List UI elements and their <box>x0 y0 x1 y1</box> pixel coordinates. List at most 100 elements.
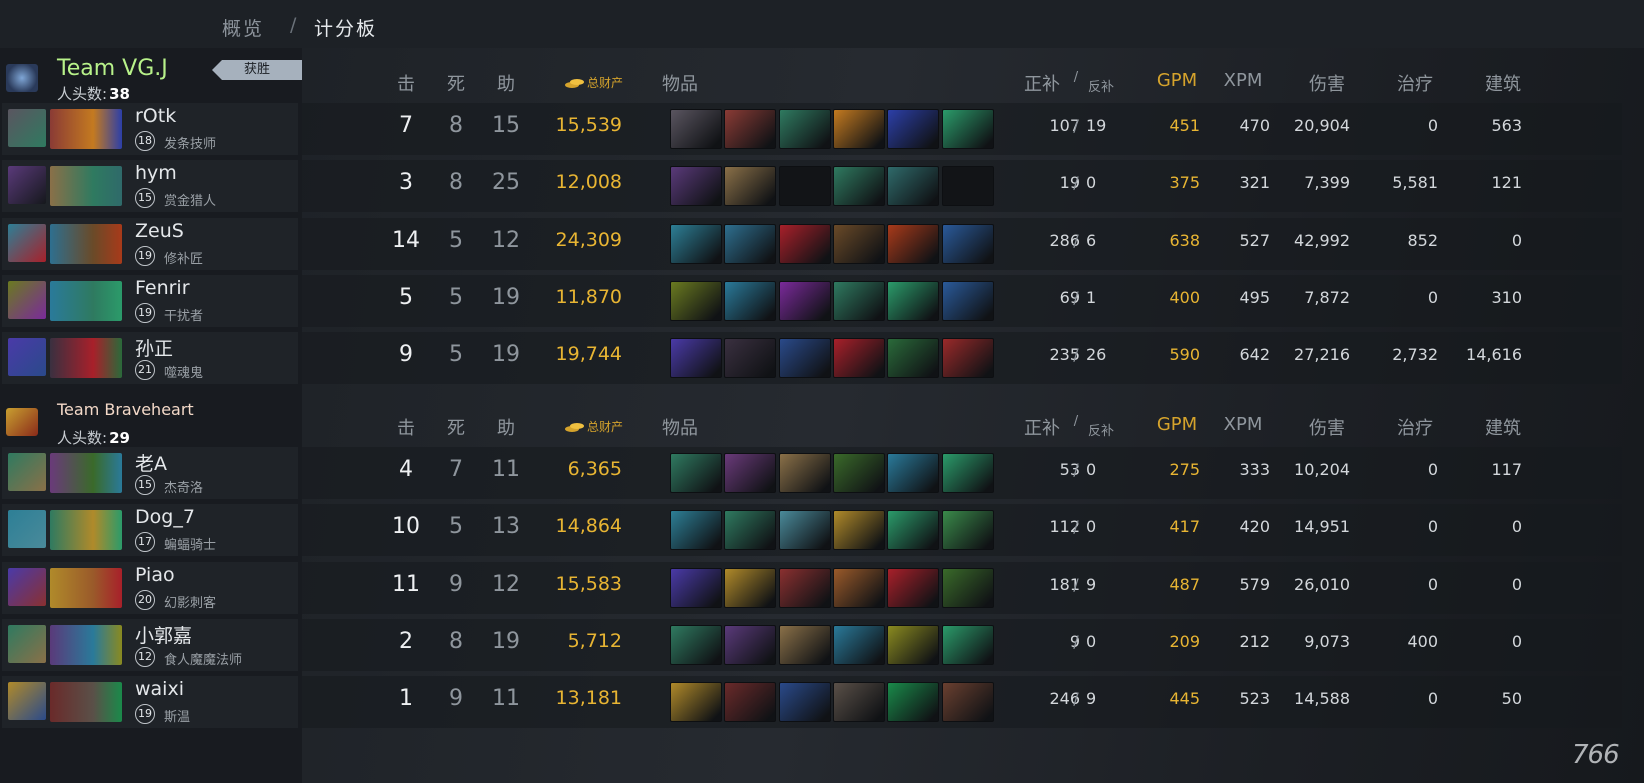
item-slot-icon[interactable] <box>887 682 940 722</box>
item-slot-icon[interactable] <box>832 568 885 608</box>
item-slot-icon[interactable] <box>778 166 831 206</box>
item-slot-icon[interactable] <box>832 281 885 321</box>
header-slash[interactable]: / <box>1070 70 1082 85</box>
item-slot-icon[interactable] <box>941 166 994 206</box>
player-row[interactable]: hym 15 赏金猎人 <box>0 158 302 214</box>
item-slot-icon[interactable] <box>941 338 994 378</box>
item-slot-icon[interactable] <box>670 453 722 493</box>
header-damage[interactable]: 伤害 <box>1302 414 1352 440</box>
item-slot-icon[interactable] <box>778 510 831 550</box>
header-deaths[interactable]: 死 <box>438 70 474 96</box>
item-slot-icon[interactable] <box>724 109 777 149</box>
header-deaths[interactable]: 死 <box>438 414 474 440</box>
item-slot-icon[interactable] <box>670 109 722 149</box>
header-building[interactable]: 建筑 <box>1478 70 1528 96</box>
item-slot-icon[interactable] <box>832 109 885 149</box>
item-slot-icon[interactable] <box>724 224 777 264</box>
item-slot-icon[interactable] <box>832 453 885 493</box>
item-slot-icon[interactable] <box>887 109 940 149</box>
item-slot-icon[interactable] <box>724 338 777 378</box>
item-slot-icon[interactable] <box>670 338 722 378</box>
item-slot-icon[interactable] <box>670 281 722 321</box>
player-row[interactable]: 小郭嘉 12 食人魔魔法师 <box>0 617 302 673</box>
item-slot-icon[interactable] <box>670 510 722 550</box>
item-slot-icon[interactable] <box>724 625 777 665</box>
item-slot-icon[interactable] <box>887 224 940 264</box>
item-slot-icon[interactable] <box>724 510 777 550</box>
header-assists[interactable]: 助 <box>487 414 525 440</box>
hero-portrait <box>50 453 122 493</box>
item-slot-icon[interactable] <box>778 338 831 378</box>
breadcrumb-overview[interactable]: 概览 <box>222 14 264 41</box>
item-slot-icon[interactable] <box>832 510 885 550</box>
hero-portrait <box>50 166 122 206</box>
item-slot-icon[interactable] <box>887 568 940 608</box>
item-slot-icon[interactable] <box>832 625 885 665</box>
item-slot-icon[interactable] <box>724 568 777 608</box>
header-building[interactable]: 建筑 <box>1478 414 1528 440</box>
player-row[interactable]: Piao 20 幻影刺客 <box>0 560 302 616</box>
header-gpm[interactable]: GPM <box>1152 70 1202 91</box>
item-slot-icon[interactable] <box>887 453 940 493</box>
player-row[interactable]: rOtk 18 发条技师 <box>0 101 302 157</box>
header-assists[interactable]: 助 <box>487 70 525 96</box>
item-slot-icon[interactable] <box>724 453 777 493</box>
item-slot-icon[interactable] <box>778 453 831 493</box>
item-slot-icon[interactable] <box>670 568 722 608</box>
header-items[interactable]: 物品 <box>662 414 702 440</box>
item-slot-icon[interactable] <box>941 510 994 550</box>
item-slot-icon[interactable] <box>724 281 777 321</box>
player-row[interactable]: waixi 19 斯温 <box>0 674 302 730</box>
header-denies[interactable]: 反补 <box>1086 420 1116 439</box>
header-last-hits[interactable]: 正补 <box>1022 70 1062 96</box>
item-slot-icon[interactable] <box>941 453 994 493</box>
item-slot-icon[interactable] <box>941 568 994 608</box>
item-slot-icon[interactable] <box>832 682 885 722</box>
header-last-hits[interactable]: 正补 <box>1022 414 1062 440</box>
header-kills[interactable]: 击 <box>388 414 424 440</box>
header-damage[interactable]: 伤害 <box>1302 70 1352 96</box>
item-slot-icon[interactable] <box>778 281 831 321</box>
header-healing[interactable]: 治疗 <box>1390 414 1440 440</box>
item-slot-icon[interactable] <box>941 625 994 665</box>
item-slot-icon[interactable] <box>670 166 722 206</box>
item-slot-icon[interactable] <box>887 625 940 665</box>
item-slot-icon[interactable] <box>941 682 994 722</box>
header-items[interactable]: 物品 <box>662 70 702 96</box>
item-slot-icon[interactable] <box>778 224 831 264</box>
header-slash[interactable]: / <box>1070 414 1082 429</box>
item-slot-icon[interactable] <box>832 338 885 378</box>
player-row[interactable]: ZeuS 19 修补匠 <box>0 216 302 272</box>
header-kills[interactable]: 击 <box>388 70 424 96</box>
item-slot-icon[interactable] <box>778 625 831 665</box>
item-slot-icon[interactable] <box>887 338 940 378</box>
player-row[interactable]: 孙正 21 噬魂鬼 <box>0 330 302 386</box>
header-xpm[interactable]: XPM <box>1218 70 1268 91</box>
item-slot-icon[interactable] <box>941 281 994 321</box>
item-slot-icon[interactable] <box>941 109 994 149</box>
player-row[interactable]: Fenrir 19 干扰者 <box>0 273 302 329</box>
player-row[interactable]: Dog_7 17 蝙蝠骑士 <box>0 502 302 558</box>
item-slot-icon[interactable] <box>670 224 722 264</box>
item-slot-icon[interactable] <box>941 224 994 264</box>
header-healing[interactable]: 治疗 <box>1390 70 1440 96</box>
item-slot-icon[interactable] <box>670 625 722 665</box>
item-slot-icon[interactable] <box>778 109 831 149</box>
item-slot-icon[interactable] <box>724 166 777 206</box>
item-slot-icon[interactable] <box>832 224 885 264</box>
item-slot-icon[interactable] <box>670 682 722 722</box>
building-value: 121 <box>1491 173 1522 192</box>
item-slot-icon[interactable] <box>778 682 831 722</box>
item-slot-icon[interactable] <box>887 281 940 321</box>
header-gpm[interactable]: GPM <box>1152 414 1202 435</box>
header-denies[interactable]: 反补 <box>1086 76 1116 95</box>
header-networth[interactable]: 总财产 <box>587 74 623 91</box>
item-slot-icon[interactable] <box>887 510 940 550</box>
player-row[interactable]: 老A 15 杰奇洛 <box>0 445 302 501</box>
header-networth[interactable]: 总财产 <box>587 418 623 435</box>
item-slot-icon[interactable] <box>887 166 940 206</box>
item-slot-icon[interactable] <box>724 682 777 722</box>
item-slot-icon[interactable] <box>778 568 831 608</box>
item-slot-icon[interactable] <box>832 166 885 206</box>
header-xpm[interactable]: XPM <box>1218 414 1268 435</box>
